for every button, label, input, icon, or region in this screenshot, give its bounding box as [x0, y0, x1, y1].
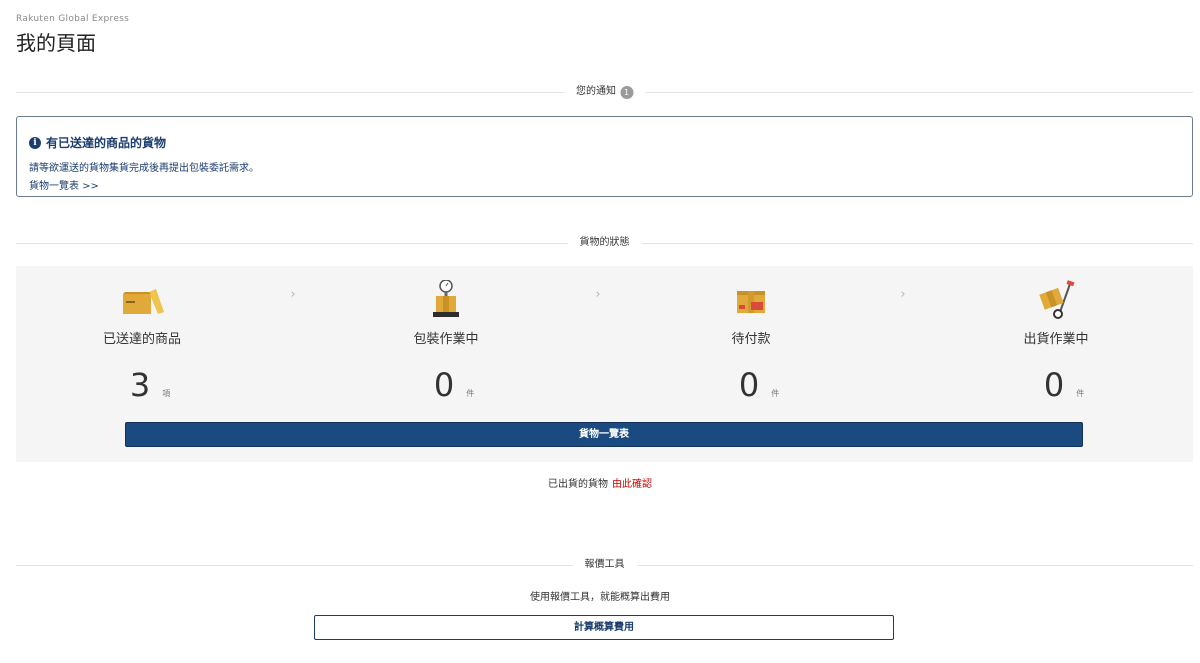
count-number: 0 [1043, 366, 1065, 404]
notification-body: 請等欲運送的貨物集貨完成後再提出包裝委託需求。 [29, 163, 259, 174]
count-unit: 件 [1076, 389, 1085, 398]
status-heading: 貨物的狀態 [567, 236, 642, 250]
status-count: 0 件 [1044, 369, 1084, 401]
count-unit: 件 [466, 389, 475, 398]
hand-truck-icon [1039, 280, 1075, 319]
count-number: 3 [129, 366, 151, 404]
status-label: 已送達的商品 [102, 332, 181, 347]
package-list-link[interactable]: 貨物一覽表 >> [29, 177, 99, 192]
status-label: 待付款 [731, 332, 771, 347]
notifications-divider: 您的通知 1 [16, 85, 1193, 99]
status-delivered[interactable]: 已送達的商品 3 項 [42, 266, 242, 416]
notification-title: i 有已送達的商品的貨物 [29, 134, 1180, 151]
chevron-right-icon: › [290, 287, 296, 302]
status-awaiting-payment[interactable]: 待付款 0 件 [651, 266, 851, 416]
status-count: 0 件 [434, 369, 474, 401]
chevron-right-icon: › [595, 287, 601, 302]
shipped-packages-row: 已出貨的貨物 由此確認 [0, 475, 1200, 490]
chevron-right-icon: › [900, 287, 906, 302]
count-number: 0 [433, 366, 455, 404]
open-box-icon [123, 289, 164, 314]
quote-description: 使用報價工具，就能概算出費用 [530, 592, 670, 603]
scale-box-icon [433, 280, 459, 317]
quote-heading: 報價工具 [572, 558, 637, 572]
quote-divider: 報價工具 [16, 558, 1193, 572]
status-divider: 貨物的狀態 [16, 236, 1193, 250]
notifications-heading: 您的通知 1 [564, 85, 645, 99]
status-count: 0 件 [739, 369, 779, 401]
count-unit: 項 [162, 389, 171, 398]
calculate-estimate-button[interactable]: 計算概算費用 [314, 615, 894, 640]
status-count: 3 項 [130, 369, 170, 401]
brand-name: Rakuten Global Express [16, 14, 130, 24]
status-label: 出貨作業中 [1023, 332, 1089, 347]
status-shipping[interactable]: 出貨作業中 0 件 [956, 266, 1156, 416]
status-packing[interactable]: 包裝作業中 0 件 [346, 266, 546, 416]
info-icon: i [29, 136, 41, 149]
shipped-packages-link[interactable]: 由此確認 [612, 479, 652, 490]
status-section-label: 貨物的狀態 [579, 237, 630, 248]
notification-card: i 有已送達的商品的貨物 請等欲運送的貨物集貨完成後再提出包裝委託需求。 貨物一… [16, 116, 1193, 197]
quote-section-label: 報價工具 [584, 559, 625, 570]
notification-count-badge: 1 [620, 85, 633, 99]
taped-box-icon [737, 291, 765, 313]
shipped-packages-text: 已出貨的貨物 [548, 479, 608, 490]
status-label: 包裝作業中 [413, 332, 479, 347]
package-status-panel: 已送達的商品 3 項 › 包裝作業中 0 件 › 待付款 0 件 › 出貨作業中… [16, 266, 1193, 462]
notifications-label: 您的通知 [576, 86, 616, 97]
count-unit: 件 [771, 389, 780, 398]
page-title: 我的頁面 [16, 31, 96, 55]
notification-title-text: 有已送達的商品的貨物 [46, 136, 167, 150]
count-number: 0 [738, 366, 760, 404]
package-list-button[interactable]: 貨物一覽表 [125, 422, 1083, 447]
